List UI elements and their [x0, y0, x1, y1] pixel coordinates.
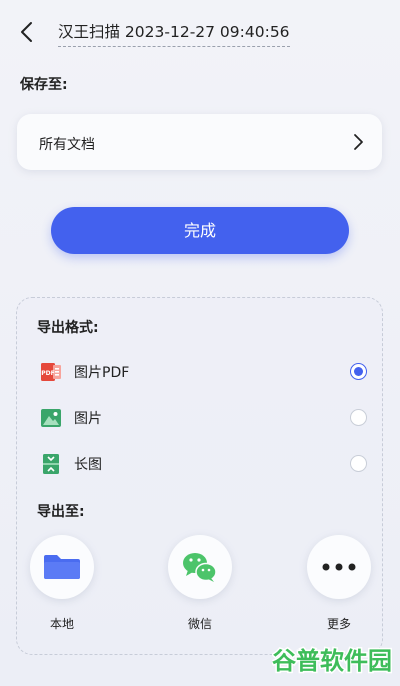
watermark-logo: 谷普软件园 [271, 642, 394, 678]
radio-selected[interactable] [350, 363, 367, 380]
save-location-selector[interactable]: 所有文档 [17, 114, 382, 170]
top-bar: 汉王扫描 2023-12-27 09:40:56 [0, 0, 400, 64]
long-image-icon [43, 454, 59, 474]
export-target-label: 本地 [49, 617, 74, 631]
wechat-icon [183, 553, 217, 582]
radio-unselected[interactable] [350, 409, 367, 426]
wechat-button-circle[interactable] [168, 535, 232, 599]
local-button-circle[interactable] [30, 535, 94, 599]
export-target-label: 微信 [187, 617, 212, 631]
more-icon [322, 563, 356, 571]
back-arrow-icon [21, 22, 32, 42]
save-to-label: 保存至: [20, 77, 68, 93]
export-target-more[interactable]: 更多 [304, 535, 374, 645]
export-to-title: 导出至: [37, 504, 85, 520]
save-location-value: 所有文档 [39, 137, 95, 153]
image-icon [41, 409, 61, 427]
format-option-long-image[interactable]: 长图 [37, 451, 367, 477]
radio-unselected[interactable] [350, 455, 367, 472]
done-button[interactable]: 完成 [51, 207, 349, 254]
export-target-wechat[interactable]: 微信 [165, 535, 235, 645]
export-target-local[interactable]: 本地 [27, 535, 97, 645]
more-button-circle[interactable] [307, 535, 371, 599]
format-option-pdf[interactable]: PDF 图片PDF [37, 359, 367, 385]
export-panel: 导出格式: PDF 图片PDF 图片 长图 导出至: 本地 微信 更多 [16, 297, 383, 655]
chevron-right-icon [354, 134, 363, 150]
format-option-label: 图片 [74, 411, 102, 427]
folder-icon [44, 555, 80, 579]
svg-text:PDF: PDF [41, 370, 54, 377]
svg-text:谷普软件园: 谷普软件园 [272, 647, 392, 675]
export-format-title: 导出格式: [37, 320, 99, 336]
pdf-icon: PDF [41, 363, 61, 381]
format-option-label: 长图 [74, 457, 102, 473]
export-target-label: 更多 [326, 617, 351, 631]
format-option-image[interactable]: 图片 [37, 405, 367, 431]
document-title-field[interactable]: 汉王扫描 2023-12-27 09:40:56 [58, 20, 290, 47]
format-option-label: 图片PDF [74, 365, 130, 381]
back-button[interactable] [14, 18, 42, 46]
